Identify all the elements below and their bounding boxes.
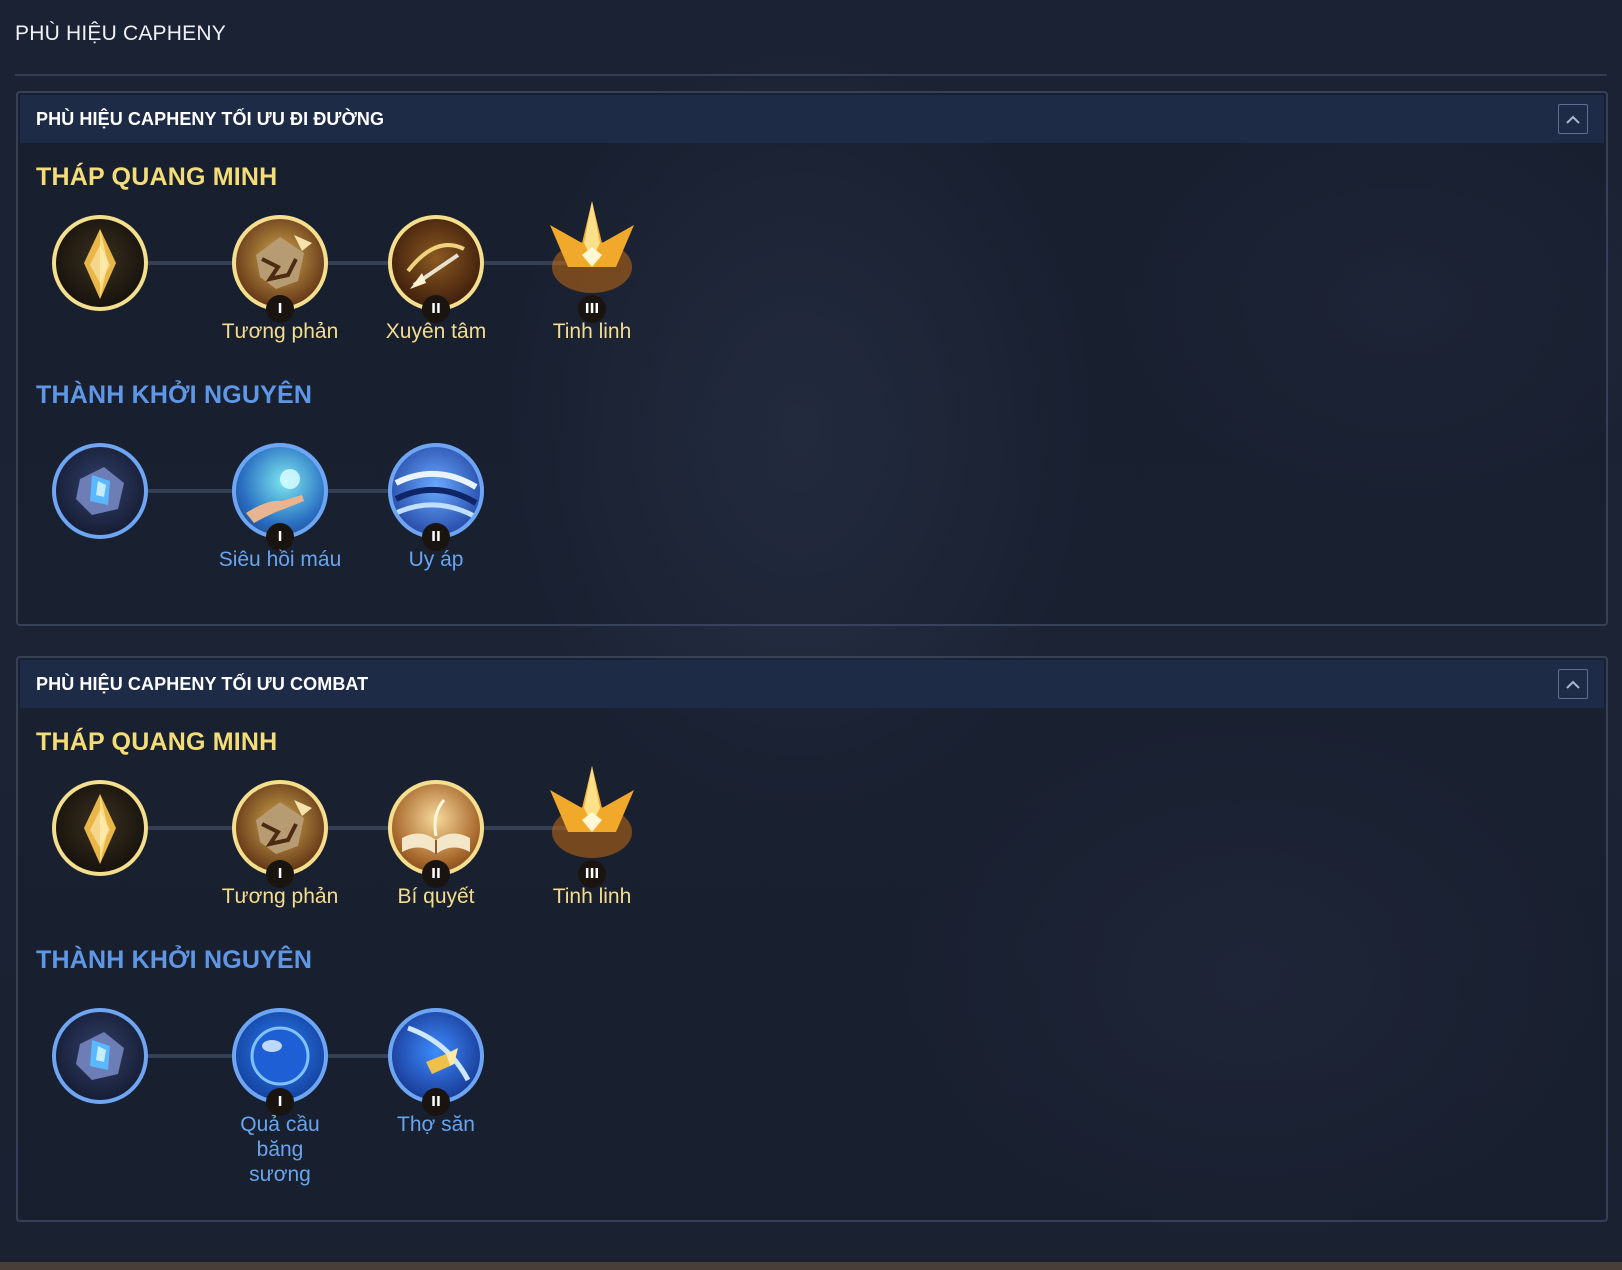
rune-blue-crystal[interactable] <box>52 1008 148 1104</box>
title-divider <box>15 74 1607 76</box>
rune-tinh-linh[interactable]: III <box>544 201 640 323</box>
rune-label: Tinh linh <box>552 885 632 908</box>
rune-gold-crystal[interactable] <box>52 780 148 876</box>
rune-tho-san[interactable]: II <box>388 1008 484 1116</box>
rune-blue-crystal[interactable] <box>52 443 148 539</box>
panel-header[interactable]: PHÙ HIỆU CAPHENY TỐI ƯU COMBAT <box>20 660 1604 708</box>
blue-tree-title: THÀNH KHỞI NGUYÊN <box>36 381 313 409</box>
rune-tinh-linh[interactable]: III <box>544 766 640 888</box>
rune-label: Bí quyết <box>397 885 475 908</box>
page-footer-strip <box>0 1262 1622 1270</box>
rune-xuyen-tam[interactable]: II <box>388 215 484 323</box>
rune-tuong-phan[interactable]: I <box>232 215 328 323</box>
rune-label: Tinh linh <box>552 320 632 343</box>
collapse-button[interactable] <box>1558 104 1588 134</box>
collapse-button[interactable] <box>1558 669 1588 699</box>
rune-build-panel-combat: PHÙ HIỆU CAPHENY TỐI ƯU COMBAT THÁP QUAN… <box>16 656 1608 1222</box>
rune-label: Thợ săn <box>397 1113 475 1136</box>
panel-title: PHÙ HIỆU CAPHENY TỐI ƯU ĐI ĐƯỜNG <box>36 108 385 129</box>
chevron-up-icon <box>1566 680 1580 689</box>
rune-uy-ap[interactable]: II <box>388 443 484 551</box>
gold-tree-title: THÁP QUANG MINH <box>36 163 278 191</box>
rune-label: Tương phản <box>221 320 339 343</box>
rune-build-panel-lane: PHÙ HIỆU CAPHENY TỐI ƯU ĐI ĐƯỜNG THÁP QU… <box>16 91 1608 626</box>
chevron-up-icon <box>1566 115 1580 124</box>
rune-label: Xuyên tâm <box>385 320 487 343</box>
tree-connector <box>118 261 598 265</box>
rune-qua-cau-bang-suong[interactable]: I <box>232 1008 328 1116</box>
rune-label: Siêu hồi máu <box>218 548 342 571</box>
rune-tuong-phan[interactable]: I <box>232 780 328 888</box>
rune-sieu-hoi-mau[interactable]: I <box>232 443 328 551</box>
blue-tree-title: THÀNH KHỞI NGUYÊN <box>36 946 313 974</box>
rune-label: Uy áp <box>408 548 464 571</box>
golden-crown-icon <box>550 201 634 293</box>
tree-connector <box>118 826 598 830</box>
page-title: PHÙ HIỆU CAPHENY <box>15 22 226 45</box>
panel-title: PHÙ HIỆU CAPHENY TỐI ƯU COMBAT <box>36 673 369 694</box>
panel-header[interactable]: PHÙ HIỆU CAPHENY TỐI ƯU ĐI ĐƯỜNG <box>20 95 1604 143</box>
rune-gold-crystal[interactable] <box>52 215 148 311</box>
golden-crown-icon <box>550 766 634 858</box>
rune-label: Tương phản <box>221 885 339 908</box>
gold-tree-title: THÁP QUANG MINH <box>36 728 278 756</box>
rune-bi-quyet[interactable]: II <box>388 780 484 888</box>
rune-label: Quả cầu băng sương <box>240 1113 320 1186</box>
